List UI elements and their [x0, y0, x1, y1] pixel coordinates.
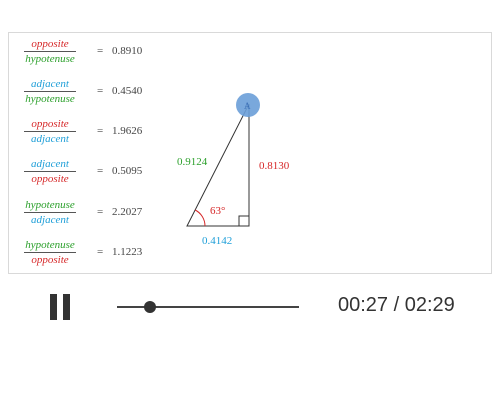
player-controls: 00:27 / 02:29 — [0, 276, 500, 336]
right-angle-marker — [238, 215, 250, 227]
slider-knob[interactable] — [143, 301, 156, 313]
pause-button[interactable] — [48, 294, 72, 320]
trig-ratio-panel: opposite hypotenuse = 0.8910 adjacent hypoten… — [8, 32, 492, 274]
angle-label: 63° — [210, 205, 225, 217]
time-separator: / — [388, 294, 405, 316]
progress-slider[interactable] — [117, 301, 299, 313]
triangle-diagram: 63° 0.9124 0.8130 0.4142 A — [177, 93, 290, 247]
opposite-length-label: 0.8130 — [259, 160, 290, 172]
pause-icon-bar — [63, 294, 70, 320]
angle-arc — [194, 209, 206, 227]
vertex-glyph: A — [244, 101, 251, 111]
hypotenuse-length-label: 0.9124 — [177, 156, 208, 168]
pause-icon — [50, 294, 57, 320]
duration: 02:29 — [404, 294, 455, 316]
current-time: 00:27 — [338, 294, 389, 316]
time-display: 00:27 / 02:29 — [338, 294, 455, 317]
adjacent-length-label: 0.4142 — [202, 235, 232, 247]
